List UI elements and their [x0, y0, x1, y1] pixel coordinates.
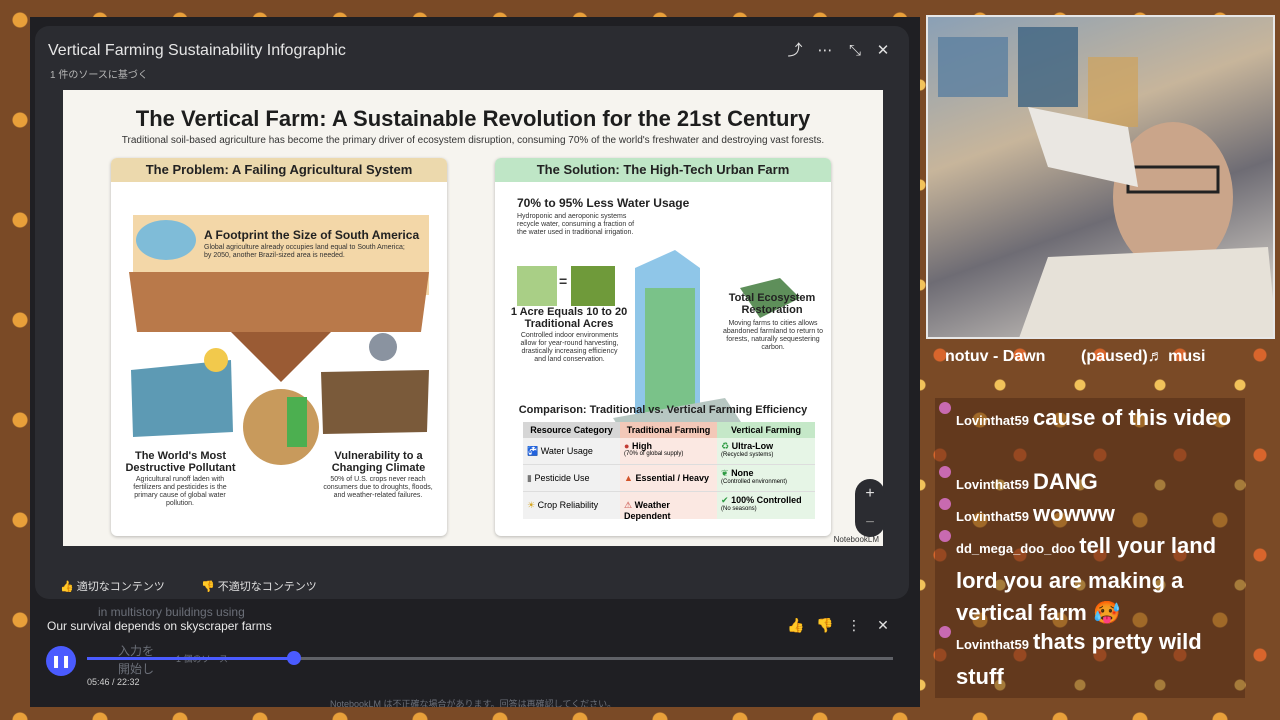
solution-header: The Solution: The High-Tech Urban Farm — [495, 158, 831, 182]
globe-icon — [136, 220, 196, 260]
pause-button[interactable]: ❚❚ — [46, 646, 76, 676]
close-icon[interactable]: ✕ — [873, 41, 893, 61]
chat-badge-icon — [939, 626, 951, 638]
slide-subtitle: Traditional soil-based agriculture has b… — [121, 135, 825, 146]
chat-message: dd_mega_doo_doo tell your land lord you a… — [956, 533, 1217, 625]
more-icon[interactable]: ⋯ — [815, 41, 835, 61]
chat-badge-icon — [939, 466, 951, 478]
modal-title: Vertical Farming Sustainability Infograp… — [48, 42, 346, 59]
check-icon: ✔ — [721, 495, 729, 505]
progress-fill — [87, 657, 295, 660]
climate-title: Vulnerability to a Changing Climate — [331, 450, 426, 474]
problem-panel: The Problem: A Failing Agricultural Syst… — [111, 158, 447, 536]
share-icon[interactable]: ⤴ — [785, 41, 805, 61]
leaf-icon: ❦ — [721, 468, 729, 478]
green-tower-icon — [287, 397, 307, 447]
modal-subtitle: 1 件のソースに基づく — [50, 70, 148, 81]
table-header-traditional: Traditional Farming — [620, 422, 717, 438]
chat-badge-icon — [939, 402, 951, 414]
thumbs-up-icon: 👍 — [60, 581, 74, 593]
row-category: ▮ Pesticide Use — [523, 465, 620, 491]
like-button[interactable]: 👍 — [786, 615, 806, 635]
chat-message: Lovinthat59 thats pretty wild stuff — [956, 629, 1202, 689]
slide-title: The Vertical Farm: A Sustainable Revolut… — [135, 106, 811, 131]
row-traditional: ● High (70% of global supply) — [620, 438, 717, 464]
now-playing-ticker: notuv - Dawn (paused)♬ musi — [945, 348, 1206, 365]
webcam-person-image — [938, 27, 1273, 337]
equals-sign: = — [559, 273, 568, 289]
chat-message: Lovinthat59 cause of this video — [956, 405, 1232, 430]
row-category: 🚰 Water Usage — [523, 438, 620, 464]
storm-cloud-icon — [369, 333, 397, 361]
infographic-modal: Vertical Farming Sustainability Infograp… — [35, 26, 909, 599]
table-header-category: Resource Category — [523, 422, 620, 438]
table-row: ▮ Pesticide Use ▲ Essential / Heavy ❦ No… — [523, 465, 815, 492]
row-traditional: ▲ Essential / Heavy — [620, 465, 717, 491]
webcam-feed — [926, 15, 1275, 339]
thumbs-down-icon: 👎 — [201, 581, 215, 593]
recycle-icon: ♻ — [721, 441, 730, 451]
acre-title: 1 Acre Equals 10 to 20 Traditional Acres — [510, 306, 628, 330]
row-vertical: ❦ None (Controlled environment) — [717, 465, 815, 491]
ghost-footer: NotebookLM は不正確な場合があります。回答は再確認してください。 — [330, 699, 617, 707]
progress-bar[interactable] — [87, 651, 893, 665]
solution-panel: The Solution: The High-Tech Urban Farm 7… — [495, 158, 831, 536]
chat-badge-icon — [939, 498, 951, 510]
row-category: ☀ Crop Reliability — [523, 492, 620, 519]
infographic-slide: The Vertical Farm: A Sustainable Revolut… — [63, 90, 883, 546]
zoom-control: + − — [855, 479, 885, 537]
ghost-text-line1: in multistory buildings using — [98, 605, 245, 619]
problem-header: The Problem: A Failing Agricultural Syst… — [111, 158, 447, 182]
warning-icon: ⚠ — [624, 500, 633, 510]
zoom-out-button[interactable]: − — [855, 508, 885, 537]
table-row: 🚰 Water Usage ● High (70% of global suppl… — [523, 438, 815, 465]
chat-message: Lovinthat59 wowww — [956, 501, 1115, 526]
weather-icon: ☀ — [527, 500, 536, 510]
bad-content-button[interactable]: 👎 不適切なコンテンツ — [201, 578, 317, 594]
row-traditional: ⚠ Weather Dependent — [620, 492, 717, 521]
eco-title: Total Ecosystem Restoration — [728, 292, 816, 316]
chat-overlay: Lovinthat59 cause of this video Lovinthat… — [935, 398, 1245, 698]
footprint-title: A Footprint the Size of South America — [204, 228, 420, 242]
player-more-icon[interactable]: ⋮ — [844, 615, 864, 635]
water-body: Hydroponic and aeroponic systems recycle… — [517, 213, 635, 237]
pollutant-body: Agricultural runoff laden with fertilize… — [133, 476, 227, 508]
chat-message: Lovinthat59 DANG — [956, 469, 1098, 494]
comparison-title: Comparison: Traditional vs. Vertical Far… — [518, 404, 808, 416]
field-icon — [571, 266, 615, 306]
chat-badge-icon — [939, 530, 951, 542]
footprint-body: Global agriculture already occupies land… — [204, 244, 405, 260]
water-title: 70% to 95% Less Water Usage — [517, 196, 690, 210]
pollutant-title: The World's Most Destructive Pollutant — [125, 450, 236, 474]
drop-icon: ● — [624, 441, 630, 451]
good-content-button[interactable]: 👍 適切なコンテンツ — [60, 578, 165, 594]
ghost-text-line3: 開始し — [118, 662, 155, 676]
table-row: ☀ Crop Reliability ⚠ Weather Dependent ✔… — [523, 492, 815, 521]
row-vertical: ✔ 100% Controlled (No seasons) — [717, 492, 815, 519]
zoom-in-button[interactable]: + — [855, 479, 885, 508]
progress-handle[interactable] — [287, 651, 302, 665]
table-header-vertical: Vertical Farming — [717, 422, 815, 438]
hazard-icon — [204, 348, 228, 372]
flame-icon: ▲ — [624, 473, 633, 483]
playback-time: 05:46 / 22:32 — [87, 677, 140, 687]
shelf-icon — [517, 266, 557, 306]
dislike-button[interactable]: 👎 — [815, 615, 835, 635]
water-tap-icon: 🚰 — [527, 446, 539, 456]
row-vertical: ♻ Ultra-Low (Recycled systems) — [717, 438, 815, 464]
spray-icon: ▮ — [527, 473, 532, 483]
audio-title: Our survival depends on skyscraper farms — [47, 619, 272, 633]
eco-body: Moving farms to cities allows abandoned … — [722, 320, 823, 352]
acre-body: Controlled indoor environments allow for… — [520, 332, 619, 364]
notebooklm-window: in multistory buildings using 入力を 開始し 1 … — [30, 17, 920, 707]
climate-body: 50% of U.S. crops never reach consumers … — [323, 476, 433, 500]
collapse-icon[interactable]: ⤡ — [845, 41, 865, 61]
player-close-icon[interactable]: ✕ — [873, 615, 893, 635]
comparison-table: Resource Category Traditional Farming Ve… — [523, 422, 815, 521]
